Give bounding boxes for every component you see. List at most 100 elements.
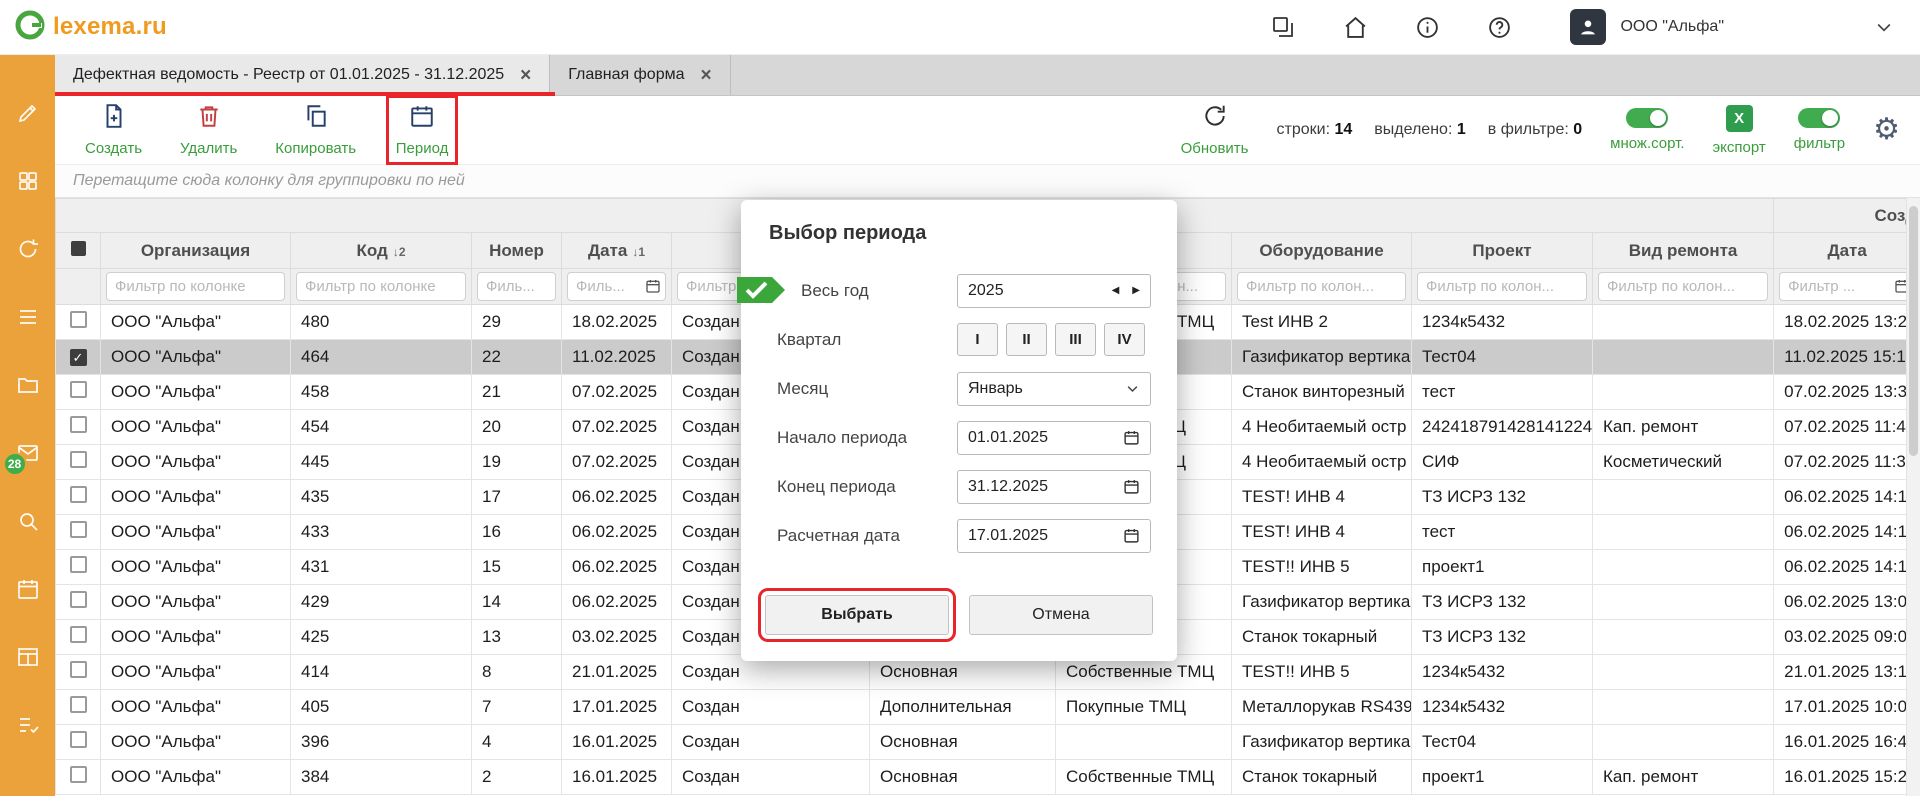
table-row[interactable]: ООО "Альфа"384216.01.2025СозданОсновнаяС… [56, 760, 1920, 795]
filter-input-9[interactable] [1598, 272, 1768, 301]
row-checkbox[interactable] [70, 486, 87, 503]
calendar-icon[interactable] [645, 278, 661, 299]
delete-button[interactable]: Удалить [180, 103, 237, 157]
row-checkbox[interactable] [70, 381, 87, 398]
table-row[interactable]: ООО "Альфа"396416.01.2025СозданОсновнаяГ… [56, 725, 1920, 760]
row-checkbox[interactable]: ✓ [70, 349, 87, 366]
filter-input-7[interactable] [1237, 272, 1406, 301]
cell-date: 17.01.2025 [562, 690, 672, 725]
cell-project: СИФ [1412, 445, 1593, 480]
copy-button[interactable]: Копировать [275, 103, 356, 157]
row-checkbox[interactable] [70, 696, 87, 713]
cell-date: 07.02.2025 [562, 410, 672, 445]
column-header-1[interactable]: Код↓2 [291, 233, 472, 269]
column-header-7[interactable]: Оборудование [1232, 233, 1412, 269]
quarter-button-III[interactable]: III [1055, 323, 1096, 356]
row-checkbox[interactable] [70, 311, 87, 328]
filter-input-0[interactable] [106, 272, 285, 301]
vertical-scrollbar[interactable] [1906, 198, 1920, 796]
tab-main-form[interactable]: Главная форма × [550, 55, 730, 95]
column-header-3[interactable]: Дата↓1 [562, 233, 672, 269]
mail-icon[interactable]: 28 [16, 441, 40, 465]
row-checkbox[interactable] [70, 521, 87, 538]
cell-code: 429 [291, 585, 472, 620]
close-icon[interactable]: × [520, 66, 531, 85]
group-by-bar[interactable]: Перетащите сюда колонку для группировки … [55, 165, 1920, 198]
year-prev-icon[interactable]: ◀ [1112, 285, 1120, 296]
rows-list-icon[interactable] [16, 305, 40, 329]
calc-date-input[interactable]: 17.01.2025 [957, 519, 1151, 553]
user-menu[interactable]: ООО "Альфа" [1570, 9, 1724, 45]
cell-repair_type [1593, 620, 1774, 655]
tab-defect-registry[interactable]: Дефектная ведомость - Реестр от 01.01.20… [55, 55, 550, 95]
quarter-button-II[interactable]: II [1006, 323, 1047, 356]
toggle-on-icon[interactable] [1626, 108, 1668, 128]
period-button[interactable]: Период [394, 103, 450, 157]
filter-toggle[interactable]: фильтр [1794, 108, 1845, 152]
calendar-sidebar-icon[interactable] [16, 577, 40, 601]
checklist-icon[interactable] [16, 713, 40, 737]
app-window-icon[interactable] [1270, 14, 1296, 40]
filter-input-1[interactable] [296, 272, 466, 301]
period-dialog: Выбор периода Весь год 2025 ◀ ▶ Квартал … [741, 200, 1177, 661]
quarter-button-I[interactable]: I [957, 323, 998, 356]
row-checkbox[interactable] [70, 731, 87, 748]
period-start-input[interactable]: 01.01.2025 [957, 421, 1151, 455]
filter-input-8[interactable] [1417, 272, 1587, 301]
tab-label: Главная форма [568, 66, 684, 84]
cell-created: 06.02.2025 13:09 [1774, 585, 1920, 620]
cell-equipment: Газификатор вертика [1232, 725, 1412, 760]
year-next-icon[interactable]: ▶ [1132, 285, 1140, 296]
row-checkbox[interactable] [70, 451, 87, 468]
cell-repair_type: Косметический [1593, 445, 1774, 480]
row-checkbox[interactable] [70, 626, 87, 643]
scrollbar-thumb[interactable] [1909, 206, 1918, 456]
column-header-0[interactable]: Организация [101, 233, 291, 269]
close-icon[interactable]: × [700, 66, 711, 85]
logo[interactable]: lexema.ru [14, 9, 167, 46]
filter-input-2[interactable] [477, 272, 556, 301]
row-checkbox[interactable] [70, 591, 87, 608]
column-header-8[interactable]: Проект [1412, 233, 1593, 269]
help-icon[interactable] [1486, 14, 1512, 40]
data-table-icon[interactable] [16, 645, 40, 669]
column-header-2[interactable]: Номер [472, 233, 562, 269]
info-icon[interactable] [1414, 14, 1440, 40]
edit-icon[interactable] [16, 101, 40, 125]
cell-date: 18.02.2025 [562, 305, 672, 340]
create-button[interactable]: Создать [85, 103, 142, 157]
cancel-button[interactable]: Отмена [969, 595, 1153, 635]
table-row[interactable]: ООО "Альфа"405717.01.2025СозданДополните… [56, 690, 1920, 725]
column-header-10[interactable]: Дата [1774, 233, 1920, 269]
gear-icon[interactable]: ⚙ [1873, 115, 1900, 145]
home-icon[interactable] [1342, 14, 1368, 40]
sync-icon[interactable] [16, 237, 40, 261]
apps-grid-icon[interactable] [16, 169, 40, 193]
year-spinner[interactable]: 2025 ◀ ▶ [957, 274, 1151, 308]
calendar-icon [1123, 527, 1140, 544]
cell-date: 07.02.2025 [562, 445, 672, 480]
sidebar: 28 [0, 55, 55, 796]
row-checkbox[interactable] [70, 416, 87, 433]
export-button[interactable]: X экспорт [1713, 105, 1766, 156]
toggle-on-icon[interactable] [1798, 108, 1840, 128]
quarter-button-IV[interactable]: IV [1104, 323, 1145, 356]
folder-icon[interactable] [16, 373, 40, 397]
multisort-toggle[interactable]: множ.сорт. [1610, 108, 1684, 152]
select-all-checkbox[interactable] [56, 233, 101, 269]
cell-project: тест [1412, 375, 1593, 410]
period-end-input[interactable]: 31.12.2025 [957, 470, 1151, 504]
refresh-button[interactable]: Обновить [1181, 103, 1249, 157]
row-checkbox[interactable] [70, 556, 87, 573]
cell-org: ООО "Альфа" [101, 760, 291, 795]
chevron-down-icon[interactable] [1874, 17, 1894, 37]
row-checkbox[interactable] [70, 766, 87, 783]
row-checkbox[interactable] [70, 661, 87, 678]
column-header-9[interactable]: Вид ремонта [1593, 233, 1774, 269]
cell-repair_type [1593, 725, 1774, 760]
search-icon[interactable] [16, 509, 40, 533]
month-select[interactable]: Январь [957, 372, 1151, 406]
cell-org: ООО "Альфа" [101, 515, 291, 550]
excel-icon[interactable]: X [1726, 105, 1753, 132]
select-button[interactable]: Выбрать [765, 595, 949, 635]
